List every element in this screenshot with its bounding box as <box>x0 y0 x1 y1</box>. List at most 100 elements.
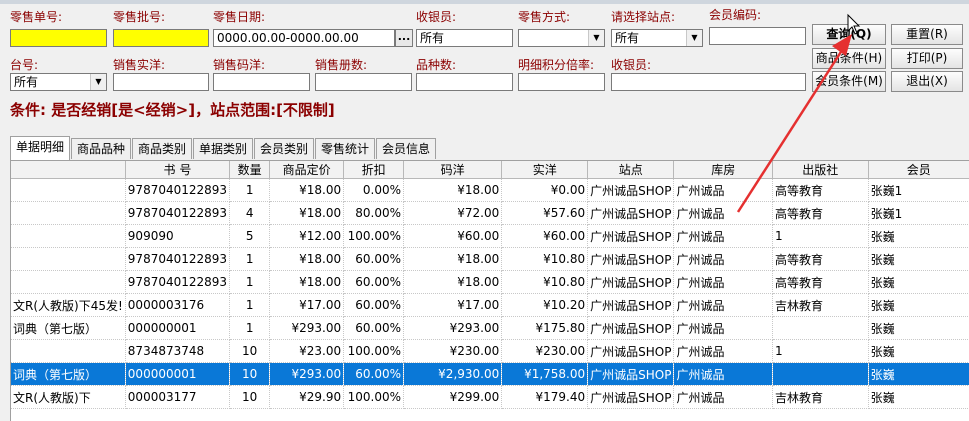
column-header[interactable]: 商品定价 <box>269 161 345 179</box>
retail-method-select[interactable]: ▼ <box>518 29 605 47</box>
retail-no-input[interactable] <box>10 29 107 47</box>
table-cell: ¥1,758.00 <box>501 362 589 386</box>
table-cell: 广州诚品SHOP <box>587 178 675 202</box>
kinds-input[interactable] <box>416 73 513 91</box>
table-row[interactable]: 文R(人教版)下 000003177 10 ¥29.90 100.00% ¥299.00 ¥… <box>11 385 969 409</box>
column-header[interactable]: 出版社 <box>772 161 869 179</box>
table-cell: 广州诚品 <box>673 385 773 409</box>
tab-document-detail[interactable]: 单据明细 <box>10 136 70 160</box>
dropdown-arrow-icon[interactable]: ▼ <box>90 74 106 90</box>
table-row[interactable]: 9787040122893 4 ¥18.00 80.00% ¥72.00 ¥57.60 广州… <box>11 201 969 225</box>
table-cell: ¥299.00 <box>403 385 503 409</box>
points-ratio-input[interactable] <box>518 73 605 91</box>
table-row[interactable]: 8734873748 10 ¥23.00 100.00% ¥230.00 ¥230.00 广… <box>11 339 969 363</box>
table-cell: 1 <box>229 293 271 317</box>
exit-button[interactable]: 退出(X) <box>891 71 963 92</box>
table-cell <box>11 339 126 363</box>
station-select[interactable]: 所有 ▼ <box>611 29 703 47</box>
table-header-row: 书 号 数量 商品定价 折扣 码洋 实洋 站点 库房 出版社 会员 <box>11 161 969 179</box>
column-header[interactable] <box>11 161 126 179</box>
tab-document-category[interactable]: 单据类别 <box>193 138 253 159</box>
column-header[interactable]: 站点 <box>587 161 675 179</box>
retail-date-input[interactable]: 0000.00.00-0000.00.00 <box>213 29 395 47</box>
reset-button[interactable]: 重置(R) <box>891 24 963 45</box>
dropdown-arrow-icon[interactable]: ▼ <box>686 30 702 46</box>
table-cell <box>772 362 869 386</box>
table-cell: 张巍 <box>868 270 969 294</box>
table-cell: 9787040122893 <box>125 270 231 294</box>
table-cell: 000003177 <box>125 385 231 409</box>
table-cell: 60.00% <box>343 293 405 317</box>
table-cell: 广州诚品SHOP <box>587 247 675 271</box>
table-cell: 1 <box>229 316 271 340</box>
table-cell: 广州诚品SHOP <box>587 293 675 317</box>
table-row[interactable]: 9787040122893 1 ¥18.00 60.00% ¥18.00 ¥10.80 广州… <box>11 247 969 271</box>
table-cell: 广州诚品SHOP <box>587 316 675 340</box>
table-cell: 高等教育 <box>772 247 869 271</box>
column-header[interactable]: 折扣 <box>343 161 405 179</box>
table-row[interactable]: 文R(人教版)下45发! 0000003176 1 ¥17.00 60.00% ¥17.0… <box>11 293 969 317</box>
table-cell: ¥12.00 <box>269 224 345 248</box>
sales-code-input[interactable] <box>213 73 310 91</box>
product-condition-button[interactable]: 商品条件(H) <box>812 48 886 69</box>
tab-member-info[interactable]: 会员信息 <box>376 138 436 159</box>
query-button[interactable]: 查询(Q) <box>812 24 886 45</box>
tab-retail-stats[interactable]: 零售统计 <box>315 138 375 159</box>
sales-volumes-input[interactable] <box>315 73 412 91</box>
tab-product-kind[interactable]: 商品品种 <box>71 138 131 159</box>
tab-product-category[interactable]: 商品类别 <box>132 138 192 159</box>
station-label: 请选择站点: <box>611 10 676 24</box>
table-cell: 广州诚品 <box>673 293 773 317</box>
kinds-label: 品种数: <box>416 58 457 72</box>
table-cell: ¥18.00 <box>403 178 503 202</box>
table-row[interactable]: 909090 5 ¥12.00 100.00% ¥60.00 ¥60.00 广州诚品SHOP… <box>11 224 969 248</box>
column-header[interactable]: 会员 <box>868 161 969 179</box>
cashier2-input[interactable] <box>611 73 806 91</box>
column-header[interactable]: 码洋 <box>403 161 503 179</box>
table-cell: 1 <box>772 224 869 248</box>
dropdown-arrow-icon[interactable]: ▼ <box>588 30 604 46</box>
table-cell: ¥18.00 <box>269 201 345 225</box>
table-cell: 10 <box>229 339 271 363</box>
member-code-input[interactable] <box>709 27 806 45</box>
table-cell: 文R(人教版)下 <box>11 385 126 409</box>
sales-actual-input[interactable] <box>113 73 209 91</box>
column-header[interactable]: 实洋 <box>501 161 589 179</box>
table-row[interactable]: 词典（第七版） 000000001 10 ¥293.00 60.00% ¥2,930.00… <box>11 362 969 386</box>
table-cell: 高等教育 <box>772 201 869 225</box>
table-cell: 10 <box>229 362 271 386</box>
table-cell: ¥230.00 <box>403 339 503 363</box>
table-cell: 张巍1 <box>868 201 969 225</box>
sales-code-label: 销售码洋: <box>213 58 266 72</box>
table-cell: 100.00% <box>343 224 405 248</box>
table-cell: 张巍1 <box>868 178 969 202</box>
tab-member-category[interactable]: 会员类别 <box>254 138 314 159</box>
retail-batch-label: 零售批号: <box>113 10 166 24</box>
table-cell: ¥18.00 <box>403 247 503 271</box>
sales-actual-label: 销售实洋: <box>113 58 166 72</box>
table-cell: 张巍 <box>868 339 969 363</box>
cashier-input[interactable]: 所有 <box>416 29 513 47</box>
table-cell: ¥2,930.00 <box>403 362 503 386</box>
member-condition-button[interactable]: 会员条件(M) <box>812 71 886 92</box>
column-header[interactable]: 数量 <box>229 161 271 179</box>
column-header[interactable]: 库房 <box>673 161 773 179</box>
table-cell: 词典（第七版） <box>11 316 126 340</box>
retail-batch-input[interactable] <box>113 29 209 47</box>
table-cell: 广州诚品 <box>673 339 773 363</box>
terminal-select[interactable]: 所有 ▼ <box>10 73 107 91</box>
detail-grid[interactable]: 书 号 数量 商品定价 折扣 码洋 实洋 站点 库房 出版社 会员 978704… <box>10 160 969 421</box>
table-cell: 文R(人教版)下45发! <box>11 293 126 317</box>
date-picker-button[interactable]: ... <box>395 29 413 47</box>
table-row[interactable]: 9787040122893 1 ¥18.00 0.00% ¥18.00 ¥0.00 广州诚品… <box>11 178 969 202</box>
table-cell: 1 <box>229 178 271 202</box>
table-cell: ¥60.00 <box>403 224 503 248</box>
print-button[interactable]: 打印(P) <box>891 48 963 69</box>
terminal-value: 所有 <box>14 75 39 89</box>
table-row[interactable]: 词典（第七版） 000000001 1 ¥293.00 60.00% ¥293.00 ¥17… <box>11 316 969 340</box>
column-header[interactable]: 书 号 <box>125 161 231 179</box>
table-row[interactable]: 9787040122893 1 ¥18.00 60.00% ¥18.00 ¥10.80 广州… <box>11 270 969 294</box>
table-cell: ¥18.00 <box>269 178 345 202</box>
table-cell <box>11 247 126 271</box>
table-cell: ¥293.00 <box>269 316 345 340</box>
